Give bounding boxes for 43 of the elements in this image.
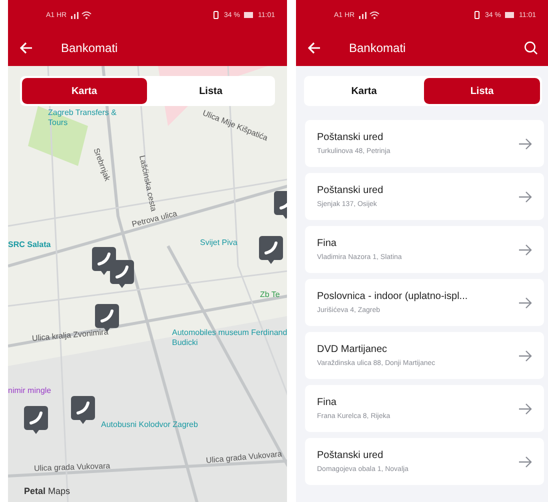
location-name: Fina [317,238,338,249]
screen-title: Bankomati [61,41,119,55]
map-label: Lašćinska cesta [138,154,158,212]
signal-wifi-icon [70,11,93,19]
arrow-right-icon [518,402,532,414]
map-label: Ulica grada Vukovara [206,449,282,465]
atm-pin-icon[interactable] [259,236,283,264]
location-name: Poštanski ured [317,132,384,143]
location-name: DVD Martijanec [317,344,388,355]
map-label: nimir mingle [8,386,52,395]
vibrate-icon [212,11,220,19]
arrow-right-icon [518,350,532,362]
map-attribution: Petal Maps [24,486,70,496]
arrow-right-icon [518,244,532,256]
atm-pin-icon[interactable] [110,260,134,288]
back-button[interactable] [308,42,321,54]
view-tab[interactable]: Karta [22,78,146,104]
map-label: Automobiles museum Ferdinand Budicki [172,328,287,348]
map-label: Ulica kralja Zvonimira [32,327,109,343]
location-name: Fina [317,397,338,408]
map-label: SRC Salata [8,240,51,249]
atm-pin-icon[interactable] [24,406,48,434]
map-label: Autobusni Kolodvor Zagreb [101,420,199,430]
screen-title: Bankomati [349,41,407,55]
battery-icon [505,12,515,18]
signal-wifi-icon [358,11,381,19]
map-label: Zb Te [260,290,280,299]
arrow-right-icon [518,296,532,308]
location-name: Poštanski ured [317,185,384,196]
vibrate-icon [473,11,482,19]
arrow-right-icon [518,138,532,150]
search-button[interactable] [524,41,538,55]
map-label: Ulica grada Vukovara [34,461,110,473]
atm-pin-icon[interactable] [71,396,95,424]
arrow-right-icon [518,456,532,468]
map-label: Svijet Piva [200,238,238,247]
battery-icon [244,12,254,18]
back-button[interactable] [20,42,33,54]
location-name: Poslovnica - indoor (uplatno-ispl... [317,291,469,302]
view-tab[interactable]: Lista [424,78,540,104]
location-name: Poštanski ured [317,450,384,461]
arrow-right-icon [518,190,532,202]
map-label: Zagreb Transfers & Tours [48,108,118,128]
